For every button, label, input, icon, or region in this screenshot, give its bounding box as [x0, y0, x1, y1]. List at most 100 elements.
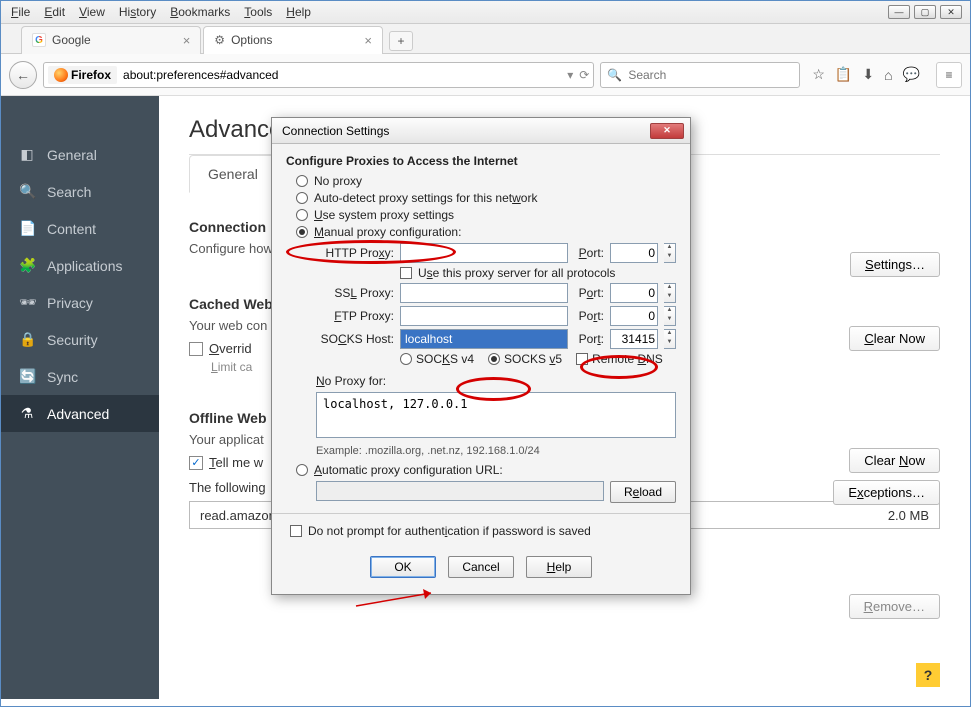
ok-button[interactable]: OK [370, 556, 436, 578]
toolbar-icon-group: ☆ 📋 ⬇ ⌂ 💬 [806, 66, 926, 83]
google-favicon-icon: G [32, 33, 46, 47]
minimize-button[interactable]: — [888, 5, 910, 19]
socks-port-spinner[interactable]: ▲▼ [664, 329, 676, 349]
menu-tools[interactable]: Tools [244, 5, 272, 19]
identity-box[interactable]: Firefox [48, 66, 117, 84]
library-icon[interactable]: 📋 [835, 66, 852, 83]
radio-auto-url[interactable]: Automatic proxy configuration URL: [296, 463, 676, 477]
tab-options[interactable]: ⚙ Options × [203, 26, 383, 54]
tab-google-close-icon[interactable]: × [183, 33, 191, 48]
downloads-icon[interactable]: ⬇ [862, 66, 874, 83]
http-proxy-input[interactable] [400, 243, 568, 263]
dialog-title: Connection Settings [282, 124, 389, 138]
hamburger-menu-button[interactable]: ≡ [936, 62, 962, 88]
radio-manual-proxy[interactable]: Manual proxy configuration: [296, 225, 676, 239]
menu-file[interactable]: File [11, 5, 30, 19]
radio-socks-v5[interactable]: SOCKS v5 [488, 352, 562, 366]
ftp-proxy-input[interactable] [400, 306, 568, 326]
navigation-toolbar: ← Firefox ▾ ⟳ 🔍 ☆ 📋 ⬇ ⌂ 💬 ≡ [1, 54, 970, 96]
cancel-button[interactable]: Cancel [448, 556, 514, 578]
socks-port-input[interactable] [610, 329, 658, 349]
connection-settings-button[interactable]: Settings… [850, 252, 940, 277]
menu-history[interactable]: History [119, 5, 156, 19]
port-label: Port: [574, 246, 604, 260]
ftp-proxy-label: FTP Proxy: [316, 309, 394, 323]
dialog-close-button[interactable]: ✕ [650, 123, 684, 139]
http-proxy-label: HTTP Proxy: [316, 246, 394, 260]
socks-host-input[interactable] [400, 329, 568, 349]
gear-icon: ⚙ [214, 33, 225, 47]
search-bar[interactable]: 🔍 [600, 62, 800, 88]
ssl-port-input[interactable] [610, 283, 658, 303]
advanced-icon: ⚗ [19, 405, 35, 422]
url-input[interactable] [123, 68, 563, 82]
chat-icon[interactable]: 💬 [903, 66, 920, 83]
cached-clear-button[interactable]: Clear Now [849, 326, 940, 351]
identity-label: Firefox [71, 68, 111, 82]
help-button[interactable]: Help [526, 556, 592, 578]
ssl-port-spinner[interactable]: ▲▼ [664, 283, 676, 303]
ssl-proxy-input[interactable] [400, 283, 568, 303]
sidebar-item-applications[interactable]: 🧩Applications [1, 247, 159, 284]
dialog-heading: Configure Proxies to Access the Internet [286, 154, 676, 168]
tab-google[interactable]: G Google × [21, 26, 201, 54]
menu-bookmarks[interactable]: Bookmarks [170, 5, 230, 19]
tab-options-close-icon[interactable]: × [364, 33, 372, 48]
socks-host-label: SOCKS Host: [316, 332, 394, 346]
no-proxy-example: Example: .mozilla.org, .net.nz, 192.168.… [316, 445, 676, 457]
sidebar-item-general[interactable]: ◧General [1, 136, 159, 173]
radio-auto-detect[interactable]: Auto-detect proxy settings for this netw… [296, 191, 676, 205]
no-proxy-label: No Proxy for: [316, 374, 676, 388]
back-button[interactable]: ← [9, 61, 37, 89]
menu-help[interactable]: Help [286, 5, 311, 19]
search-nav-icon: 🔍 [19, 183, 35, 200]
offline-remove-button[interactable]: Remove… [849, 594, 940, 619]
maximize-button[interactable]: ▢ [914, 5, 936, 19]
tellme-label: Tell me w [209, 455, 263, 470]
applications-icon: 🧩 [19, 257, 35, 274]
auto-url-input [316, 481, 604, 501]
menu-view[interactable]: View [79, 5, 105, 19]
radio-system-proxy[interactable]: Use system proxy settings [296, 208, 676, 222]
ftp-port-input[interactable] [610, 306, 658, 326]
ftp-port-spinner[interactable]: ▲▼ [664, 306, 676, 326]
close-window-button[interactable]: ✕ [940, 5, 962, 19]
radio-no-proxy[interactable]: No proxy [296, 174, 676, 188]
privacy-icon: 🕶 [19, 294, 35, 311]
subtab-general[interactable]: General [189, 155, 277, 193]
offline-clear-button[interactable]: Clear Now [849, 448, 940, 473]
search-input[interactable] [628, 68, 793, 82]
sidebar-item-security[interactable]: 🔒Security [1, 321, 159, 358]
tab-google-label: Google [52, 33, 91, 47]
url-dropdown-icon[interactable]: ▾ [567, 68, 573, 82]
offline-exceptions-button[interactable]: Exceptions… [833, 480, 940, 505]
sidebar-item-advanced[interactable]: ⚗Advanced [1, 395, 159, 432]
ssl-proxy-label: SSL Proxy: [316, 286, 394, 300]
search-icon: 🔍 [607, 68, 622, 82]
http-port-input[interactable] [610, 243, 658, 263]
override-cache-checkbox[interactable] [189, 342, 203, 356]
new-tab-button[interactable]: + [389, 31, 413, 51]
home-icon[interactable]: ⌂ [884, 67, 892, 83]
help-badge[interactable]: ? [916, 663, 940, 687]
do-not-prompt-checkbox[interactable]: Do not prompt for authentication if pass… [290, 524, 676, 538]
sidebar-item-sync[interactable]: 🔄Sync [1, 358, 159, 395]
content-icon: 📄 [19, 220, 35, 237]
tellme-checkbox[interactable]: ✓ [189, 456, 203, 470]
radio-socks-v4[interactable]: SOCKS v4 [400, 352, 474, 366]
no-proxy-textarea[interactable] [316, 392, 676, 438]
url-bar[interactable]: Firefox ▾ ⟳ [43, 62, 594, 88]
dialog-titlebar[interactable]: Connection Settings ✕ [272, 118, 690, 144]
bookmark-star-icon[interactable]: ☆ [812, 66, 825, 83]
reload-icon[interactable]: ⟳ [579, 68, 589, 82]
sidebar-item-search[interactable]: 🔍Search [1, 173, 159, 210]
http-port-spinner[interactable]: ▲▼ [664, 243, 676, 263]
use-all-protocols-checkbox[interactable] [400, 267, 412, 279]
menu-edit[interactable]: Edit [44, 5, 65, 19]
offline-site-size: 2.0 MB [888, 508, 929, 523]
sidebar-item-content[interactable]: 📄Content [1, 210, 159, 247]
remote-dns-checkbox[interactable]: Remote DNS [576, 352, 663, 366]
general-icon: ◧ [19, 146, 35, 163]
sidebar-item-privacy[interactable]: 🕶Privacy [1, 284, 159, 321]
reload-button[interactable]: Reload [610, 481, 676, 503]
